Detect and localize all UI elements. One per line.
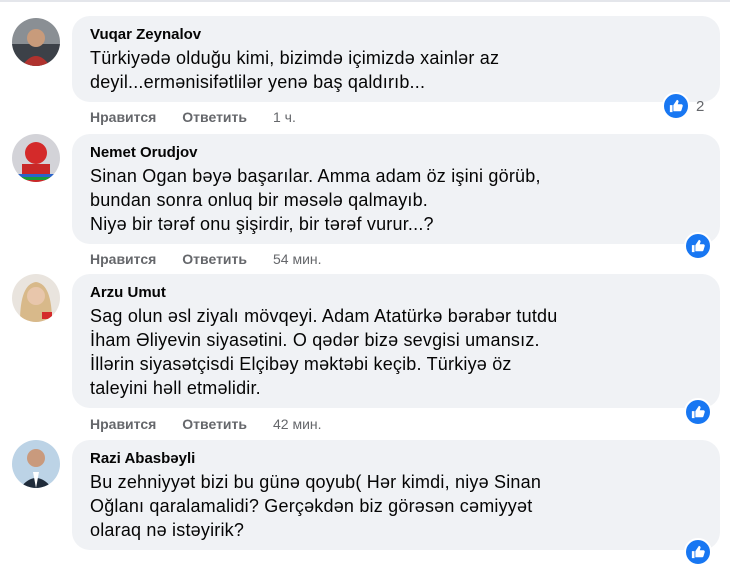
reaction-badge[interactable] bbox=[684, 232, 712, 260]
comment-author[interactable]: Nemet Orudjov bbox=[90, 144, 702, 162]
reaction-badge[interactable] bbox=[684, 398, 712, 426]
thumbs-up-icon bbox=[684, 538, 712, 566]
comment-bubble: Nemet Orudjov Sinan Ogan bəyə başarılar.… bbox=[72, 134, 720, 244]
comment-actions: Нравится Ответить 1 ч. bbox=[90, 109, 296, 125]
avatar[interactable] bbox=[12, 134, 60, 182]
comment-bubble: Vuqar Zeynalov Türkiyədə olduğu kimi, bi… bbox=[72, 16, 720, 102]
comment-text: Bu zehniyyət bizi bu günə qoyub( Hər kim… bbox=[90, 472, 542, 540]
comment-actions: Нравится Ответить 54 мин. bbox=[90, 251, 322, 267]
reply-link[interactable]: Ответить bbox=[182, 109, 247, 125]
top-divider bbox=[0, 0, 730, 2]
comment-bubble: Arzu Umut Sag olun əsl ziyalı mövqeyi. A… bbox=[72, 274, 720, 408]
comment-text: Sag olun əsl ziyalı mövqeyi. Adam Atatür… bbox=[90, 306, 558, 398]
avatar[interactable] bbox=[12, 440, 60, 488]
like-link[interactable]: Нравится bbox=[90, 109, 156, 125]
like-link[interactable]: Нравится bbox=[90, 416, 156, 432]
comment-time[interactable]: 54 мин. bbox=[273, 251, 322, 267]
comment-bubble: Razi Abasbəyli Bu zehniyyət bizi bu günə… bbox=[72, 440, 720, 550]
comment-text: Sinan Ogan bəyə başarılar. Amma adam öz … bbox=[90, 166, 541, 234]
thumbs-up-icon bbox=[662, 92, 690, 120]
comment-author[interactable]: Vuqar Zeynalov bbox=[90, 26, 702, 44]
thumbs-up-icon bbox=[684, 398, 712, 426]
avatar[interactable] bbox=[12, 18, 60, 66]
comment-author[interactable]: Razi Abasbəyli bbox=[90, 450, 702, 468]
reaction-badge[interactable] bbox=[684, 538, 712, 566]
reply-link[interactable]: Ответить bbox=[182, 416, 247, 432]
comment-author[interactable]: Arzu Umut bbox=[90, 284, 702, 302]
like-link[interactable]: Нравится bbox=[90, 251, 156, 267]
reaction-badge[interactable]: 2 bbox=[662, 92, 704, 120]
thumbs-up-icon bbox=[684, 232, 712, 260]
comment-time[interactable]: 42 мин. bbox=[273, 416, 322, 432]
comment-text: Türkiyədə olduğu kimi, bizimdə içimizdə … bbox=[90, 48, 500, 92]
reply-link[interactable]: Ответить bbox=[182, 251, 247, 267]
comment-actions: Нравится Ответить 42 мин. bbox=[90, 416, 322, 432]
reaction-count: 2 bbox=[696, 97, 705, 115]
comment-time[interactable]: 1 ч. bbox=[273, 109, 296, 125]
avatar[interactable] bbox=[12, 274, 60, 322]
